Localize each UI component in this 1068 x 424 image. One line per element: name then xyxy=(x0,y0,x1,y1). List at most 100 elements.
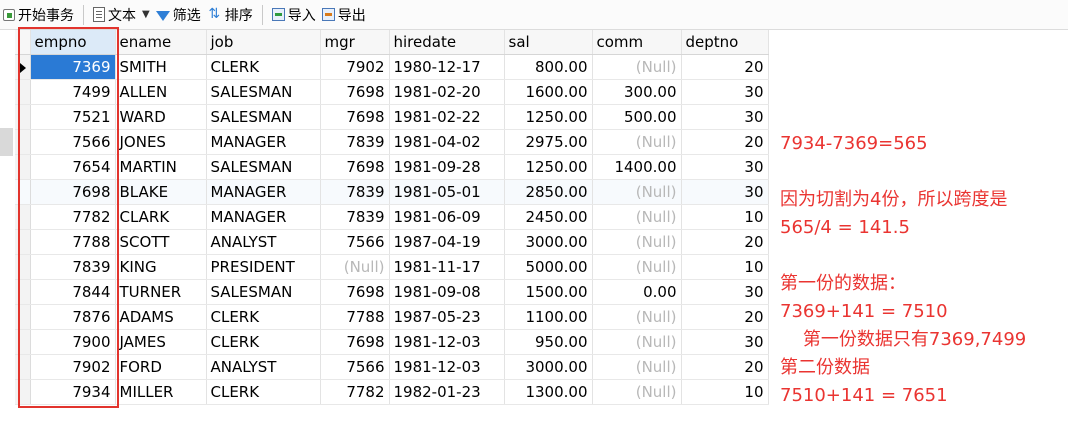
cell-deptno[interactable]: 20 xyxy=(681,54,769,80)
cell-deptno[interactable]: 30 xyxy=(681,154,769,180)
cell-sal[interactable]: 1300.00 xyxy=(504,379,593,405)
cell-ename[interactable]: TURNER xyxy=(115,279,207,305)
cell-hiredate[interactable]: 1981-11-17 xyxy=(389,254,505,280)
table-row[interactable]: 7900 JAMES CLERK 7698 1981-12-03 950.00 (Null)… xyxy=(15,329,769,355)
column-header-ename[interactable]: ename xyxy=(115,30,207,55)
table-row[interactable]: 7566 JONES MANAGER 7839 1981-04-02 2975.00 (Nu… xyxy=(15,129,769,155)
cell-sal[interactable]: 2975.00 xyxy=(504,129,593,155)
export-button[interactable]: 导出 xyxy=(319,2,369,28)
cell-job[interactable]: ANALYST xyxy=(206,354,321,380)
cell-hiredate[interactable]: 1981-05-01 xyxy=(389,179,505,205)
cell-comm[interactable]: 0.00 xyxy=(592,279,682,305)
cell-deptno[interactable]: 20 xyxy=(681,129,769,155)
cell-ename[interactable]: SMITH xyxy=(115,54,207,80)
cell-mgr[interactable]: 7839 xyxy=(320,129,390,155)
cell-deptno[interactable]: 20 xyxy=(681,229,769,255)
cell-hiredate[interactable]: 1981-12-03 xyxy=(389,329,505,355)
cell-sal[interactable]: 950.00 xyxy=(504,329,593,355)
cell-empno[interactable]: 7566 xyxy=(30,129,116,155)
cell-hiredate[interactable]: 1981-12-03 xyxy=(389,354,505,380)
cell-job[interactable]: MANAGER xyxy=(206,179,321,205)
cell-mgr[interactable]: 7698 xyxy=(320,329,390,355)
cell-sal[interactable]: 2850.00 xyxy=(504,179,593,205)
cell-comm[interactable]: 1400.00 xyxy=(592,154,682,180)
cell-mgr[interactable]: 7839 xyxy=(320,204,390,230)
column-header-comm[interactable]: comm xyxy=(592,30,682,55)
row-indicator[interactable] xyxy=(15,54,31,80)
cell-mgr[interactable]: 7839 xyxy=(320,179,390,205)
cell-ename[interactable]: BLAKE xyxy=(115,179,207,205)
table-row[interactable]: 7654 MARTIN SALESMAN 7698 1981-09-28 1250.00 1… xyxy=(15,154,769,180)
cell-mgr[interactable]: 7698 xyxy=(320,154,390,180)
cell-ename[interactable]: WARD xyxy=(115,104,207,130)
column-header-job[interactable]: job xyxy=(206,30,321,55)
column-header-empno[interactable]: empno xyxy=(30,30,116,55)
cell-comm[interactable]: (Null) xyxy=(592,329,682,355)
cell-job[interactable]: CLERK xyxy=(206,379,321,405)
cell-empno[interactable]: 7499 xyxy=(30,79,116,105)
cell-job[interactable]: SALESMAN xyxy=(206,154,321,180)
cell-comm[interactable]: (Null) xyxy=(592,354,682,380)
cell-mgr[interactable]: 7698 xyxy=(320,279,390,305)
cell-empno[interactable]: 7934 xyxy=(30,379,116,405)
cell-empno[interactable]: 7698 xyxy=(30,179,116,205)
cell-hiredate[interactable]: 1987-05-23 xyxy=(389,304,505,330)
cell-sal[interactable]: 5000.00 xyxy=(504,254,593,280)
cell-comm[interactable]: (Null) xyxy=(592,204,682,230)
row-indicator[interactable] xyxy=(15,79,31,105)
cell-ename[interactable]: ADAMS xyxy=(115,304,207,330)
cell-ename[interactable]: SCOTT xyxy=(115,229,207,255)
table-row[interactable]: 7499 ALLEN SALESMAN 7698 1981-02-20 1600.00 30… xyxy=(15,79,769,105)
import-button[interactable]: 导入 xyxy=(269,2,319,28)
cell-hiredate[interactable]: 1981-09-28 xyxy=(389,154,505,180)
cell-comm[interactable]: (Null) xyxy=(592,129,682,155)
cell-deptno[interactable]: 30 xyxy=(681,329,769,355)
cell-empno[interactable]: 7876 xyxy=(30,304,116,330)
cell-deptno[interactable]: 20 xyxy=(681,304,769,330)
cell-mgr[interactable]: 7566 xyxy=(320,229,390,255)
cell-deptno[interactable]: 20 xyxy=(681,354,769,380)
row-indicator[interactable] xyxy=(15,379,31,405)
column-header-hiredate[interactable]: hiredate xyxy=(389,30,505,55)
cell-job[interactable]: SALESMAN xyxy=(206,79,321,105)
left-panel-scrollbar[interactable] xyxy=(0,128,13,156)
cell-ename[interactable]: ALLEN xyxy=(115,79,207,105)
cell-ename[interactable]: JONES xyxy=(115,129,207,155)
cell-sal[interactable]: 1500.00 xyxy=(504,279,593,305)
cell-job[interactable]: ANALYST xyxy=(206,229,321,255)
cell-deptno[interactable]: 30 xyxy=(681,279,769,305)
column-header-mgr[interactable]: mgr xyxy=(320,30,390,55)
sort-button[interactable]: ⇅ 排序 xyxy=(204,2,256,28)
cell-deptno[interactable]: 30 xyxy=(681,179,769,205)
cell-hiredate[interactable]: 1981-02-20 xyxy=(389,79,505,105)
cell-mgr[interactable]: (Null) xyxy=(320,254,390,280)
cell-sal[interactable]: 1250.00 xyxy=(504,154,593,180)
cell-empno[interactable]: 7900 xyxy=(30,329,116,355)
cell-ename[interactable]: MARTIN xyxy=(115,154,207,180)
cell-empno[interactable]: 7521 xyxy=(30,104,116,130)
cell-job[interactable]: MANAGER xyxy=(206,204,321,230)
cell-hiredate[interactable]: 1980-12-17 xyxy=(389,54,505,80)
filter-button[interactable]: 筛选 xyxy=(153,2,204,28)
row-indicator[interactable] xyxy=(15,329,31,355)
cell-job[interactable]: PRESIDENT xyxy=(206,254,321,280)
cell-mgr[interactable]: 7902 xyxy=(320,54,390,80)
cell-empno[interactable]: 7654 xyxy=(30,154,116,180)
cell-deptno[interactable]: 10 xyxy=(681,254,769,280)
cell-job[interactable]: CLERK xyxy=(206,304,321,330)
table-row[interactable]: 7876 ADAMS CLERK 7788 1987-05-23 1100.00 (Null… xyxy=(15,304,769,330)
table-row[interactable]: 7934 MILLER CLERK 7782 1982-01-23 1300.00 (Nul… xyxy=(15,379,769,405)
table-row[interactable]: 7902 FORD ANALYST 7566 1981-12-03 3000.00 (Nul… xyxy=(15,354,769,380)
table-row[interactable]: 7844 TURNER SALESMAN 7698 1981-09-08 1500.00 0… xyxy=(15,279,769,305)
cell-comm[interactable]: (Null) xyxy=(592,54,682,80)
cell-ename[interactable]: JAMES xyxy=(115,329,207,355)
row-indicator[interactable] xyxy=(15,254,31,280)
cell-empno[interactable]: 7902 xyxy=(30,354,116,380)
table-row[interactable]: 7521 WARD SALESMAN 7698 1981-02-22 1250.00 500… xyxy=(15,104,769,130)
cell-mgr[interactable]: 7788 xyxy=(320,304,390,330)
row-indicator[interactable] xyxy=(15,104,31,130)
cell-hiredate[interactable]: 1981-04-02 xyxy=(389,129,505,155)
column-header-deptno[interactable]: deptno xyxy=(681,30,769,55)
cell-hiredate[interactable]: 1981-06-09 xyxy=(389,204,505,230)
cell-sal[interactable]: 3000.00 xyxy=(504,229,593,255)
